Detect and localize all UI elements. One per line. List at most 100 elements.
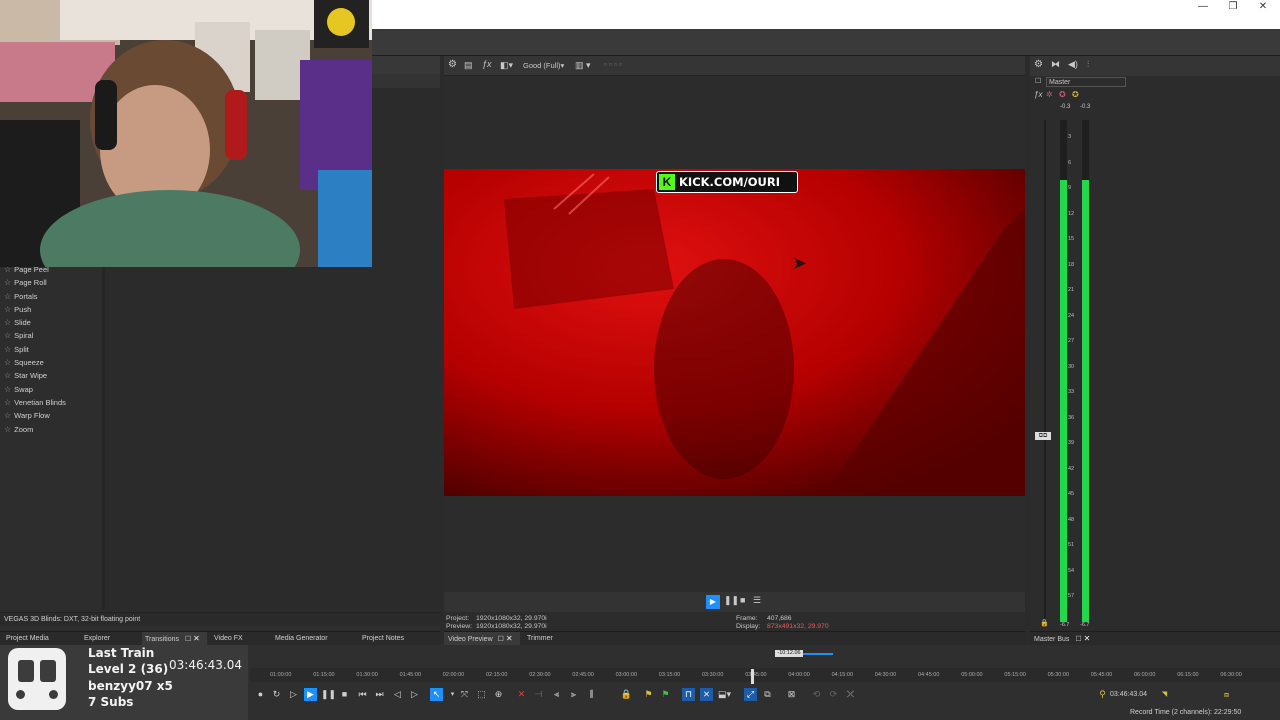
tab-project-notes[interactable]: Project Notes (362, 632, 404, 646)
preview-info: Project: 1920x1080x32, 29.970i Preview: … (444, 612, 1025, 632)
master-dock-tabs: Master Bus ☐ ✕ (1030, 631, 1280, 645)
marker-icon[interactable]: ⚑ (642, 688, 655, 701)
redo-icon[interactable]: ⟳ (827, 688, 840, 701)
list-item[interactable]: ☆ Spiral (4, 329, 102, 342)
record-icon[interactable]: ● (254, 688, 267, 701)
list-item[interactable]: ☆ Slide (4, 316, 102, 329)
minimize-button[interactable]: — (1188, 0, 1218, 14)
loop-icon[interactable]: ↻ (270, 688, 283, 701)
dock-icon[interactable]: ☐ (1075, 636, 1081, 643)
auto-crossfade-icon[interactable]: ⨯ (700, 688, 713, 701)
delete-icon[interactable]: ✕ (515, 688, 528, 701)
menu-icon[interactable]: ☰ (753, 595, 761, 606)
star-icon: ☆ (4, 397, 12, 407)
copy-snapshot-icon[interactable]: ▤ (464, 60, 473, 71)
close-icon[interactable]: ✕ (1084, 634, 1091, 643)
loop-region-marker[interactable]: -10:12.06 (775, 650, 803, 657)
close-icon[interactable]: ✕ (193, 634, 200, 643)
lock-envelopes-icon[interactable]: ⤢ (744, 688, 757, 701)
meter-scale-label: 57 (1068, 593, 1075, 599)
pause-icon[interactable]: ❚❚ (321, 688, 336, 701)
plugin-icon[interactable]: ✲ (1046, 90, 1053, 99)
pause-icon[interactable]: ❚❚ (724, 595, 739, 606)
restore-button[interactable]: ❐ (1218, 0, 1248, 14)
loop-region-bar[interactable] (803, 653, 833, 655)
dock-icon[interactable]: ☐ (498, 636, 504, 643)
timeline-transport: ● ↻ ▷ ▶ ❚❚ ■ ⏮ ⏭ ◁ ▷ ↖ ▾ ⤧ ⬚ ⊕ ✕ ⊣ ⫷ ⫸ ⫼… (250, 686, 1280, 704)
play-from-start-icon[interactable]: ▷ (287, 688, 300, 701)
undo-icon[interactable]: ⟲ (810, 688, 823, 701)
list-item[interactable]: ☆ Warp Flow (4, 409, 102, 422)
time-ruler[interactable]: 01:00:00 01:15:00 01:30:00 01:45:00 02:00:00… (250, 668, 1280, 682)
snapshot-icon[interactable]: ▫ ▫ ▫ ▫ (604, 60, 622, 69)
envelope-tool-icon[interactable]: ⤧ (458, 688, 471, 701)
go-to-start-icon[interactable]: ⏮ (356, 688, 369, 701)
tab-explorer[interactable]: Explorer (84, 632, 110, 646)
go-to-end-icon[interactable]: ⏭ (373, 688, 386, 701)
trim-end-icon[interactable]: ⫸ (567, 688, 580, 701)
tab-project-media[interactable]: Project Media (6, 632, 49, 646)
list-item[interactable]: ☆ Swap (4, 383, 102, 396)
preview-quality-select[interactable]: Good (Full)▾ (523, 61, 564, 70)
tab-video-preview[interactable]: Video Preview ☐ ✕ (444, 632, 520, 646)
fx-icon[interactable]: ƒx (1034, 90, 1042, 99)
split-screen-icon[interactable]: ◧▾ (500, 60, 513, 71)
zoom-tool-icon[interactable]: ⊕ (492, 688, 505, 701)
prev-frame-icon[interactable]: ◁ (391, 688, 404, 701)
fx-icon[interactable]: ƒx (482, 59, 492, 69)
tab-video-fx[interactable]: Video FX (214, 632, 243, 646)
dock-icon[interactable]: ☐ (185, 636, 191, 643)
selection-tool-icon[interactable]: ⬚ (475, 688, 488, 701)
insert-icon[interactable]: ✪ (1059, 90, 1066, 99)
split-icon[interactable]: ⫼ (585, 688, 598, 701)
gear-icon[interactable]: ⚙ (448, 59, 457, 70)
event-pan-icon[interactable]: ⊠ (785, 688, 798, 701)
pane-divider[interactable] (102, 267, 105, 610)
automation-icon[interactable]: ✪ (1072, 90, 1079, 99)
snapping-icon[interactable]: ⊓ (682, 688, 695, 701)
overlays-icon[interactable]: ▥ ▾ (575, 60, 591, 71)
gear-icon[interactable]: ⚙ (1034, 59, 1043, 70)
trim-icon[interactable]: ⊣ (532, 688, 545, 701)
speaker-icon[interactable]: ◀) (1068, 59, 1078, 70)
region-icon[interactable]: ⚑ (659, 688, 672, 701)
tab-transitions[interactable]: Transitions ☐ ✕ (142, 632, 207, 646)
volume-fader[interactable]: ⧉⧉ (1035, 432, 1051, 440)
next-frame-icon[interactable]: ▷ (408, 688, 421, 701)
tab-media-generator[interactable]: Media Generator (275, 632, 328, 646)
lock-icon[interactable]: 🔒 (1040, 619, 1049, 627)
list-item[interactable]: ☆ Page Roll (4, 276, 102, 289)
marker-icon: ⚲ (1099, 689, 1106, 699)
normal-edit-tool-icon[interactable]: ↖ (430, 688, 443, 701)
list-item[interactable]: ☆ Zoom (4, 423, 102, 436)
checkbox-icon[interactable]: ☐ (1035, 77, 1041, 85)
kick-banner: K KICK.COM/OURI (656, 171, 798, 193)
play-icon[interactable]: ▶ (706, 595, 720, 609)
tab-trimmer[interactable]: Trimmer (527, 632, 553, 646)
tab-master-bus[interactable]: Master Bus ☐ ✕ (1034, 632, 1090, 646)
close-button[interactable]: ✕ (1248, 0, 1278, 14)
mixer-icon[interactable]: ⫶ (1087, 59, 1089, 70)
stop-icon[interactable]: ■ (338, 688, 351, 701)
lock-icon[interactable]: 🔒 (620, 688, 633, 701)
stream-overlay: Last Train Level 2 (36) 03:46:43.04 benz… (0, 645, 248, 720)
render-icon[interactable]: ⤫ (844, 688, 857, 701)
playhead[interactable] (751, 669, 754, 684)
panel-subheader (372, 74, 440, 88)
list-item[interactable]: ☆ Star Wipe (4, 369, 102, 382)
list-item[interactable]: ☆ Push (4, 303, 102, 316)
list-item[interactable]: ☆ Portals (4, 290, 102, 303)
stop-icon[interactable]: ■ (740, 595, 745, 605)
ripple-edit-icon[interactable]: ⬓▾ (718, 688, 731, 701)
list-item[interactable]: ☆ Split (4, 343, 102, 356)
trim-start-icon[interactable]: ⫷ (550, 688, 563, 701)
list-item[interactable]: ☆ Squeeze (4, 356, 102, 369)
close-icon[interactable]: ✕ (506, 634, 513, 643)
play-icon[interactable]: ▶ (304, 688, 317, 701)
ruler-tick-label: 04:45:00 (918, 672, 940, 678)
list-item[interactable]: ☆ Venetian Blinds (4, 396, 102, 409)
ignore-grouping-icon[interactable]: ⧉ (761, 688, 774, 701)
star-icon: ☆ (4, 384, 12, 394)
downmix-icon[interactable]: ⧓ (1051, 59, 1060, 70)
video-frame: K KICK.COM/OURI ➤ (444, 169, 1025, 496)
